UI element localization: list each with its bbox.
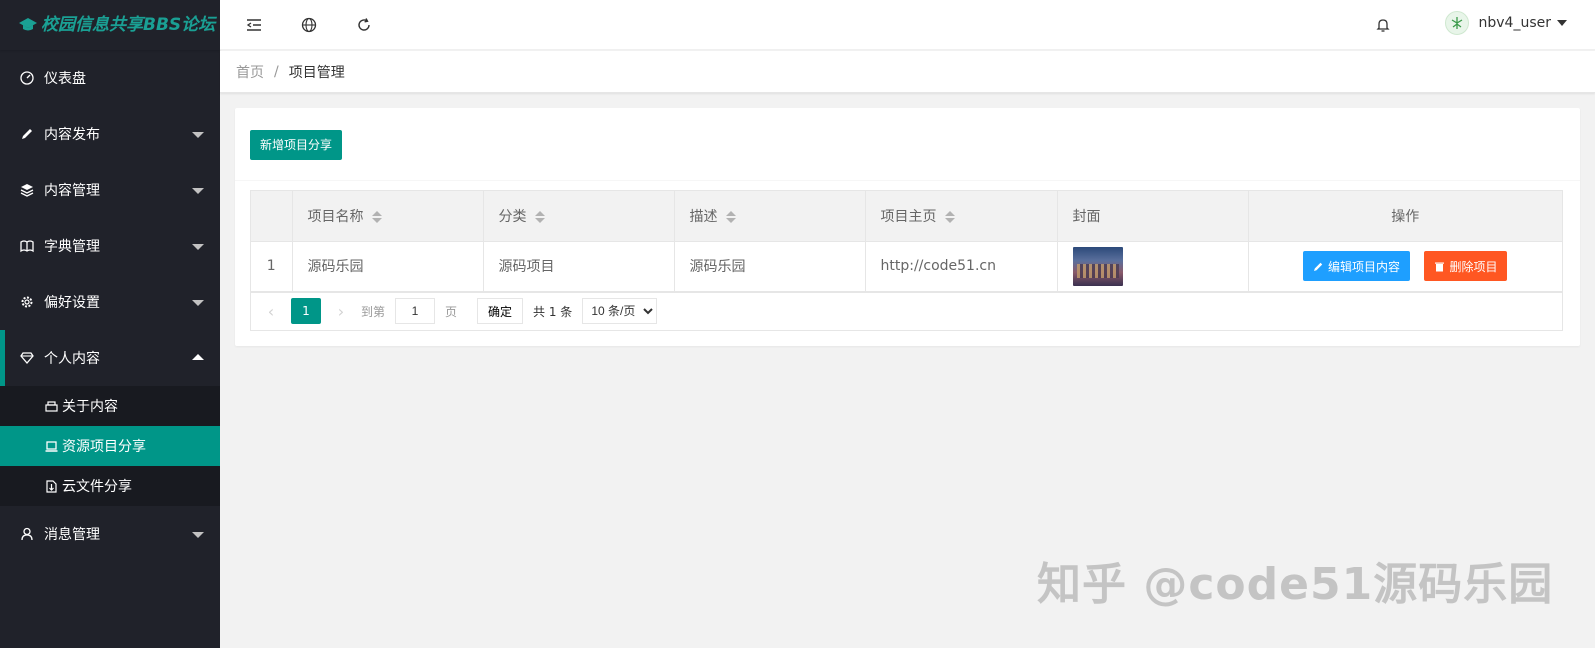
page-unit-label: 页 xyxy=(445,304,458,319)
sidebar-subitem-label: 云文件分享 xyxy=(62,479,132,495)
refresh-icon[interactable] xyxy=(356,17,372,33)
chevron-down-icon xyxy=(192,132,204,138)
caret-down-icon xyxy=(1557,20,1567,26)
chevron-down-icon xyxy=(192,532,204,538)
sidebar-item-preferences[interactable]: 偏好设置 xyxy=(0,274,220,330)
card-toolbar: 新增项目分享 xyxy=(235,108,1580,181)
col-cover: 封面 xyxy=(1057,191,1249,241)
prev-page-icon[interactable]: ‹ xyxy=(261,302,281,321)
app-title: 校园信息共享BBS论坛 xyxy=(41,15,216,35)
sidebar-subitem-label: 资源项目分享 xyxy=(62,439,146,455)
sidebar-item-content-publish[interactable]: 内容发布 xyxy=(0,106,220,162)
laptop-icon xyxy=(45,440,58,453)
top-header: nbv4_user xyxy=(220,0,1595,50)
breadcrumb-home[interactable]: 首页 xyxy=(236,62,264,82)
sidebar-item-label: 内容发布 xyxy=(44,127,100,143)
sidebar-subitem-resource-share[interactable]: 资源项目分享 xyxy=(0,426,220,466)
add-project-button[interactable]: 新增项目分享 xyxy=(250,130,343,160)
sort-icon[interactable] xyxy=(944,210,955,223)
cell-name: 源码乐园 xyxy=(292,241,484,291)
breadcrumb-separator: / xyxy=(274,63,279,80)
printer-icon xyxy=(45,400,58,413)
watermark: 知乎 @code51源码乐园 xyxy=(1037,559,1554,610)
user-icon xyxy=(20,527,34,541)
breadcrumb: 首页 / 项目管理 xyxy=(220,51,1595,93)
next-page-icon[interactable]: › xyxy=(331,302,351,321)
col-actions: 操作 xyxy=(1391,208,1420,225)
breadcrumb-current: 项目管理 xyxy=(288,64,345,81)
cell-desc: 源码乐园 xyxy=(674,241,866,291)
sidebar-item-label: 内容管理 xyxy=(44,183,100,199)
pencil-icon xyxy=(20,127,34,141)
book-icon xyxy=(20,239,34,253)
table-row: 1 源码乐园 源码项目 源码乐园 http://code51.cn 编辑项目内容 xyxy=(251,241,1562,291)
file-icon xyxy=(45,479,58,493)
sort-icon[interactable] xyxy=(725,210,736,223)
chevron-up-icon xyxy=(192,354,204,360)
goto-confirm-button[interactable]: 确定 xyxy=(477,298,524,324)
table-header-row: 项目名称 分类 描述 项目主页 封面 操作 xyxy=(251,191,1562,241)
pencil-icon xyxy=(1314,262,1323,271)
sidebar: 校园信息共享BBS论坛 仪表盘 内容发布 内容管理 字典管理 偏好设置 个人内容… xyxy=(0,0,220,648)
cell-homepage: http://code51.cn xyxy=(865,241,1058,291)
goto-page-input[interactable] xyxy=(395,298,436,324)
menu-fold-icon[interactable] xyxy=(246,17,262,33)
cell-actions: 编辑项目内容 删除项目 xyxy=(1248,241,1562,291)
username: nbv4_user xyxy=(1478,15,1552,31)
page-size-select[interactable]: 10 条/页 xyxy=(582,298,658,324)
layers-icon xyxy=(20,183,34,197)
edit-project-button[interactable]: 编辑项目内容 xyxy=(1303,251,1411,281)
cell-category: 源码项目 xyxy=(483,241,675,291)
main-card: 新增项目分享 项目名称 分类 描述 项目主页 封面 操作 1 源码乐园 源码项目… xyxy=(235,108,1580,346)
col-category[interactable]: 分类 xyxy=(483,191,675,241)
goto-label: 到第 xyxy=(361,304,386,319)
sidebar-item-label: 偏好设置 xyxy=(44,295,100,311)
graduation-cap-icon xyxy=(19,18,37,31)
bell-icon[interactable] xyxy=(1375,17,1391,33)
project-table: 项目名称 分类 描述 项目主页 封面 操作 1 源码乐园 源码项目 源码乐园 h… xyxy=(250,190,1563,331)
sidebar-item-label: 个人内容 xyxy=(44,351,100,367)
row-index: 1 xyxy=(251,241,293,291)
sidebar-subitem-about[interactable]: 关于内容 xyxy=(0,386,220,426)
app-logo[interactable]: 校园信息共享BBS论坛 xyxy=(0,0,220,50)
user-menu[interactable]: nbv4_user xyxy=(1444,11,1567,35)
col-homepage[interactable]: 项目主页 xyxy=(865,191,1058,241)
trash-icon xyxy=(1435,262,1445,271)
col-name[interactable]: 项目名称 xyxy=(292,191,484,241)
cell-cover xyxy=(1057,241,1249,291)
col-index xyxy=(251,191,293,241)
sidebar-item-label: 字典管理 xyxy=(44,239,100,255)
sidebar-subitem-label: 关于内容 xyxy=(62,399,118,415)
chevron-down-icon xyxy=(192,244,204,250)
sidebar-item-dashboard[interactable]: 仪表盘 xyxy=(0,50,220,106)
dashboard-icon xyxy=(20,71,34,85)
current-page[interactable]: 1 xyxy=(291,298,321,324)
gear-icon xyxy=(20,295,34,309)
sidebar-item-content-manage[interactable]: 内容管理 xyxy=(0,162,220,218)
sidebar-item-label: 消息管理 xyxy=(44,527,100,543)
sidebar-item-messages[interactable]: 消息管理 xyxy=(0,506,220,562)
avatar xyxy=(1444,11,1469,35)
cover-image[interactable] xyxy=(1072,246,1123,286)
personal-submenu: 关于内容 资源项目分享 云文件分享 xyxy=(0,386,220,506)
col-desc[interactable]: 描述 xyxy=(674,191,866,241)
delete-project-button[interactable]: 删除项目 xyxy=(1424,251,1508,281)
globe-icon[interactable] xyxy=(301,17,317,33)
chevron-down-icon xyxy=(192,188,204,194)
sort-icon[interactable] xyxy=(371,210,382,223)
sidebar-item-personal[interactable]: 个人内容 xyxy=(0,330,220,386)
sidebar-item-label: 仪表盘 xyxy=(44,71,86,87)
sort-icon[interactable] xyxy=(534,210,545,223)
diamond-icon xyxy=(20,351,34,365)
sidebar-subitem-cloud-file[interactable]: 云文件分享 xyxy=(0,466,220,506)
pagination: ‹ 1 › 到第 页 确定 共 1 条 10 条/页 xyxy=(251,291,1562,330)
chevron-down-icon xyxy=(192,300,204,306)
sidebar-item-dictionary[interactable]: 字典管理 xyxy=(0,218,220,274)
total-count: 共 1 条 xyxy=(533,304,573,319)
